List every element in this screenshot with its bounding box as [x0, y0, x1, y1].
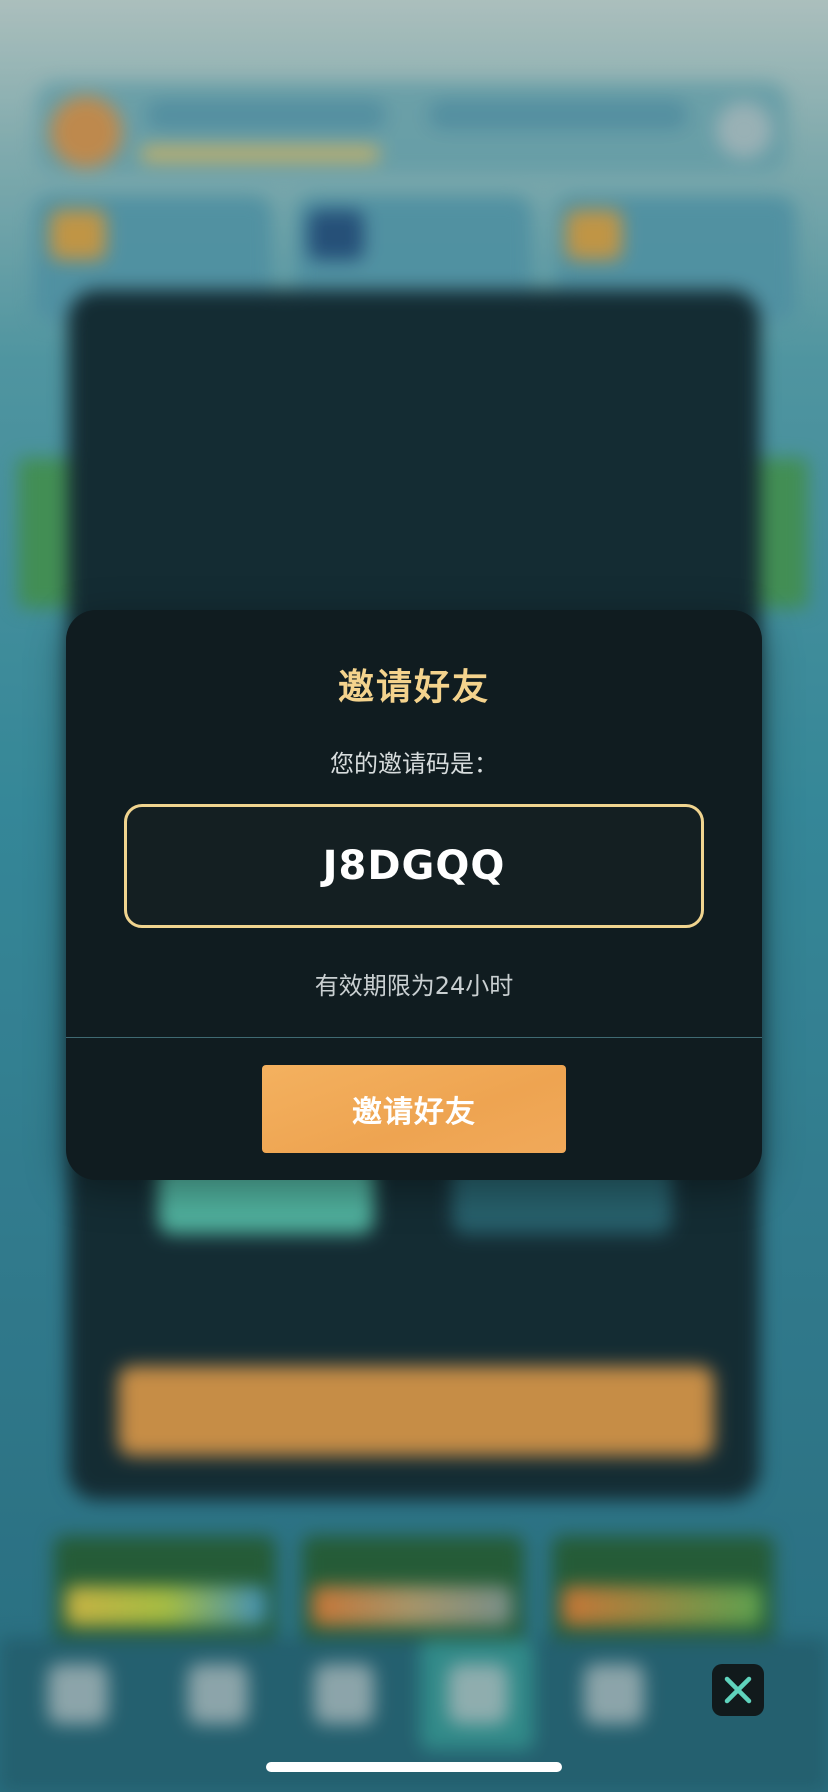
invite-friend-button[interactable]: 邀请好友: [262, 1065, 566, 1153]
validity-note: 有效期限为24小时: [314, 972, 514, 1000]
invite-code-value[interactable]: J8DGQQ: [323, 843, 506, 889]
invite-friend-modal: 邀请好友 您的邀请码是： J8DGQQ 有效期限为24小时 邀请好友: [66, 610, 762, 1180]
close-button[interactable]: [712, 1664, 764, 1716]
modal-divider: [66, 1037, 762, 1038]
invite-code-label: 您的邀请码是：: [330, 750, 498, 778]
modal-title: 邀请好友: [337, 667, 490, 708]
home-indicator[interactable]: [266, 1762, 562, 1772]
close-icon: [722, 1674, 754, 1706]
invite-code-box[interactable]: J8DGQQ: [124, 804, 704, 928]
